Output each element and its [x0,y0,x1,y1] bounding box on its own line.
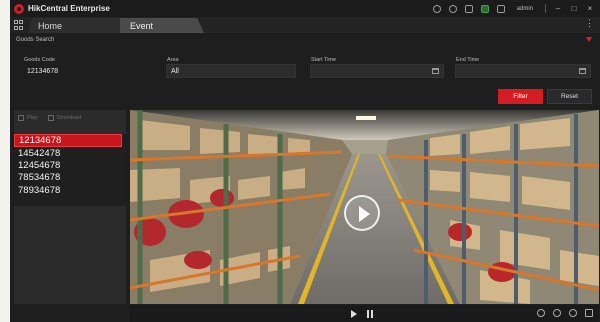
pause-icon[interactable] [367,310,373,318]
end-time-label: End Time [456,57,480,63]
module-grid-icon[interactable] [14,20,24,30]
play-label: Play [27,114,38,121]
record-icon[interactable] [553,309,561,317]
play-icon [18,114,24,121]
goods-code-input[interactable]: 12134678 [22,64,164,78]
alarm-icon[interactable] [464,4,473,13]
layout-icon[interactable] [496,4,505,13]
collapse-icon[interactable] [586,37,592,42]
list-item[interactable]: 14542478 [14,147,122,160]
screenshot-icon[interactable] [537,309,545,317]
download-icon [47,114,54,121]
more-options-icon[interactable]: ⋮ [585,18,594,29]
list-item[interactable]: 78934678 [14,184,122,197]
fullscreen-icon[interactable] [585,309,593,317]
download-tool[interactable]: Download [47,114,82,121]
video-player[interactable] [130,110,599,304]
play-tool[interactable]: Play [18,114,38,121]
list-item[interactable]: 12134678 [14,134,122,147]
globe-icon[interactable] [448,4,457,13]
tab-event[interactable]: Event [120,18,204,33]
tab-label: Home [38,20,63,31]
tab-home[interactable]: Home [28,18,120,33]
tab-bar: Home Event ⋮ [10,17,600,33]
play-overlay-icon[interactable] [344,195,380,231]
start-time-label: Start Time [311,57,337,63]
title-bar-controls: admin – □ × [432,0,594,17]
filter-button[interactable]: Filter [498,89,543,104]
results-panel: Play Download 12134678 14542478 12454678… [14,110,126,304]
app-window: HikCentral Enterprise admin – □ × Home E… [10,0,600,322]
list-item[interactable]: 78534678 [14,171,122,184]
current-user[interactable]: admin [517,6,533,12]
goods-code-label: Goods Code [24,57,55,63]
play-icon[interactable] [351,310,357,318]
green-status-icon[interactable] [480,4,489,13]
divider [545,4,546,13]
download-label: Download [56,114,82,121]
results-toolbar: Play Download [14,110,126,125]
app-title: HikCentral Enterprise [28,4,110,13]
volume-icon[interactable] [569,309,577,317]
playback-tools [537,309,593,317]
section-title: Goods Search [16,37,55,43]
playback-bar [130,305,599,322]
maximize-button[interactable]: □ [570,4,578,13]
list-item[interactable]: 12454678 [14,160,122,171]
start-time-field[interactable] [310,64,444,78]
hikcentral-logo-icon [14,3,24,14]
area-select[interactable]: All [166,64,296,78]
calendar-icon[interactable] [432,68,439,74]
close-button[interactable]: × [586,4,594,13]
title-bar: HikCentral Enterprise admin – □ × [10,0,600,17]
bell-icon[interactable] [432,4,441,13]
calendar-icon[interactable] [579,68,586,74]
results-list: 12134678 14542478 12454678 78534678 7893… [14,134,126,197]
end-time-field[interactable] [455,64,591,78]
tab-label: Event [130,20,154,31]
minimize-button[interactable]: – [554,4,562,13]
reset-button[interactable]: Reset [547,89,592,104]
area-label: Area [167,57,179,63]
